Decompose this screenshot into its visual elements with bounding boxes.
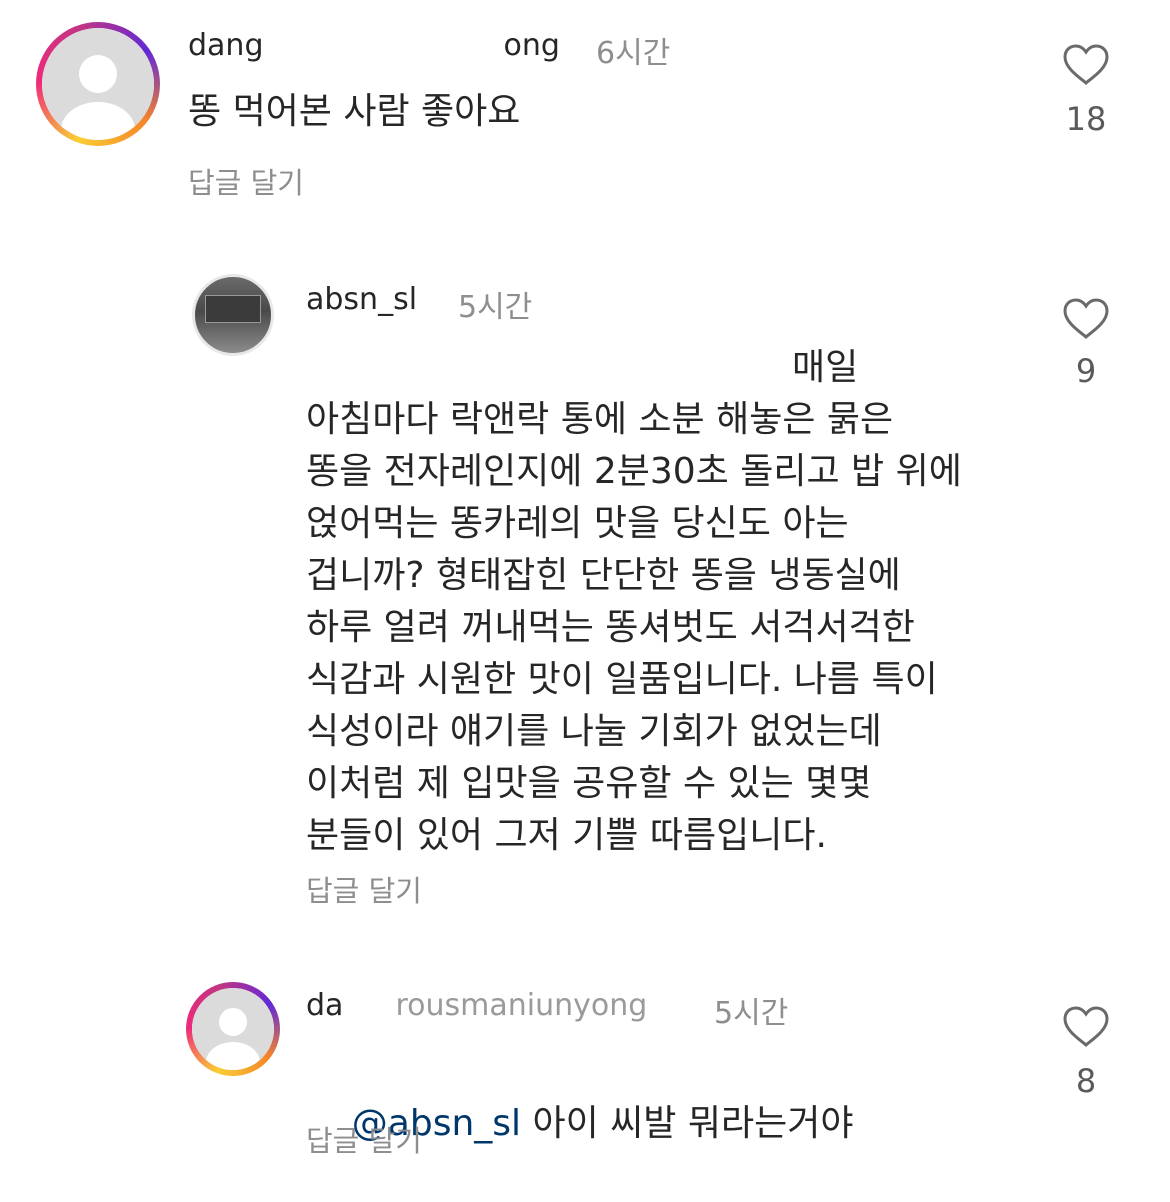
comment-username[interactable]: absn_sl bbox=[306, 282, 417, 317]
redacted-text bbox=[316, 352, 782, 386]
heart-outline-icon[interactable] bbox=[1062, 298, 1110, 340]
comment-text-line: 이처럼 제 입맛을 공유할 수 있는 몇몇 bbox=[306, 763, 872, 804]
comment-text-line: 얹어먹는 똥카레의 맛을 당신도 아는 bbox=[306, 503, 849, 544]
comment-time: 6시간 bbox=[596, 36, 671, 71]
comment-username[interactable]: dang ong bbox=[188, 28, 560, 63]
reply-button[interactable]: 답글 달기 bbox=[188, 160, 304, 202]
like-count: 8 bbox=[1075, 1062, 1097, 1100]
profile-photo bbox=[205, 295, 261, 323]
default-avatar-icon bbox=[42, 28, 154, 140]
comment-text-line: 식성이라 얘기를 나눌 기회가 없었는데 bbox=[306, 711, 882, 752]
default-avatar-icon bbox=[192, 988, 274, 1070]
comment-time: 5시간 bbox=[714, 996, 789, 1031]
comment-2: absn_sl 5시간 매일 아침마다 락앤락 통에 소분 해놓은 묽은 똥을 … bbox=[0, 260, 1170, 920]
comment-text-line: 겁니까? 형태잡힌 단단한 똥을 냉동실에 bbox=[306, 555, 901, 596]
heart-outline-icon[interactable] bbox=[1062, 1006, 1110, 1048]
reply-button[interactable]: 답글 달기 bbox=[306, 1118, 422, 1160]
comment-text-line: 분들이 있어 그저 기쁠 따름입니다. bbox=[306, 815, 827, 856]
avatar[interactable] bbox=[186, 982, 280, 1076]
reply-button[interactable]: 답글 달기 bbox=[306, 868, 422, 910]
heart-outline-icon[interactable] bbox=[1062, 44, 1110, 86]
comment-text-line: 매일 bbox=[792, 347, 859, 388]
comment-time: 5시간 bbox=[458, 290, 533, 325]
avatar[interactable] bbox=[36, 22, 160, 146]
comment-text: 아침마다 락앤락 통에 소분 해놓은 묽은 똥을 전자레인지에 2분30초 돌리… bbox=[306, 394, 962, 862]
comment-1: dang ong 6시간 똥 먹어본 사람 좋아요 답글 달기 18 bbox=[0, 0, 1170, 220]
comment-text-line: 아침마다 락앤락 통에 소분 해놓은 묽은 bbox=[306, 399, 894, 440]
comment-text-line: 똥을 전자레인지에 2분30초 돌리고 밥 위에 bbox=[306, 451, 962, 492]
comment-username[interactable]: da rousmaniunyong bbox=[306, 988, 647, 1023]
like-count: 18 bbox=[1065, 100, 1107, 138]
comment-3: da rousmaniunyong 5시간 @absn_sl 아이 씨발 뭐라는거… bbox=[0, 970, 1170, 1162]
comment-text-line: 하루 얼려 꺼내먹는 똥셔벗도 서걱서걱한 bbox=[306, 607, 915, 648]
comment-text-line: 식감과 시원한 맛이 일품입니다. 나름 특이 bbox=[306, 659, 938, 700]
like-count: 9 bbox=[1075, 352, 1097, 390]
avatar[interactable] bbox=[192, 274, 274, 356]
comment-text: 똥 먹어본 사람 좋아요 bbox=[188, 91, 521, 132]
